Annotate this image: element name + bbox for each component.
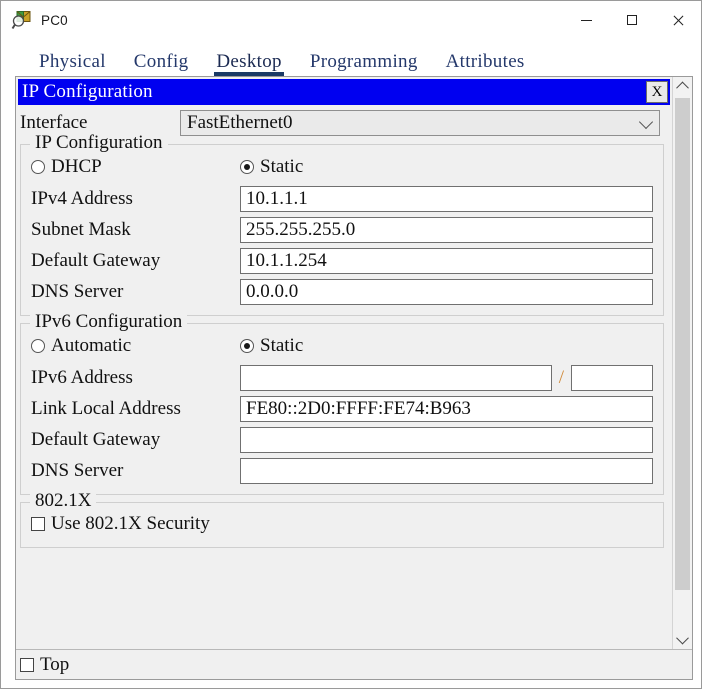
ipv6-static-label: Static: [260, 335, 304, 356]
subnet-mask-input[interactable]: 255.255.255.0: [240, 216, 653, 243]
use-dot1x-security-label: Use 802.1X Security: [51, 513, 210, 534]
checkbox-unchecked-icon: [31, 517, 45, 531]
ipv6-automatic-label: Automatic: [51, 335, 132, 356]
radio-unchecked-icon: [31, 160, 45, 174]
window-controls: [563, 1, 701, 39]
ipv4-static-label: Static: [260, 156, 304, 177]
ipv4-address-input[interactable]: 10.1.1.1: [240, 185, 653, 212]
link-local-address-input[interactable]: FE80::2D0:FFFF:FE74:B963: [240, 395, 653, 422]
maximize-icon: [627, 15, 637, 25]
chevron-down-icon: [638, 114, 654, 130]
ipv4-address-label: IPv4 Address: [31, 187, 133, 209]
tab-config[interactable]: Config: [120, 51, 203, 76]
scroll-viewport: IP Configuration X Interface FastEtherne…: [16, 77, 692, 649]
ipv4-dns-server-row: DNS Server 0.0.0.0: [31, 276, 653, 307]
minimize-button[interactable]: [563, 1, 609, 39]
ip-configuration-caption: IP Configuration X: [18, 79, 670, 105]
window-titlebar: PC0: [1, 1, 701, 39]
subnet-mask-label: Subnet Mask: [31, 218, 131, 240]
ipv6-dns-server-label: DNS Server: [31, 459, 124, 481]
ipv6-address-label: IPv6 Address: [31, 366, 133, 388]
link-local-address-label: Link Local Address: [31, 397, 181, 419]
minimize-icon: [580, 19, 592, 21]
ipv6-group-title: IPv6 Configuration: [30, 311, 188, 333]
pc-device-window: PC0 Physical Config Desktop Programming …: [0, 0, 702, 689]
ipv4-dns-server-label: DNS Server: [31, 280, 124, 302]
chevron-down-icon: [676, 631, 689, 645]
radio-unchecked-icon: [31, 339, 45, 353]
use-dot1x-security-checkbox[interactable]: Use 802.1X Security: [31, 509, 653, 539]
ipv6-automatic-radio[interactable]: Automatic: [31, 335, 240, 357]
ip-configuration-close-button[interactable]: X: [646, 81, 668, 103]
subnet-mask-value: 255.255.255.0: [246, 218, 356, 240]
top-checkbox-label: Top: [40, 653, 70, 675]
ipv4-mode-row: DHCP Static: [31, 151, 653, 183]
ipv4-dns-server-value: 0.0.0.0: [246, 280, 299, 302]
maximize-button[interactable]: [609, 1, 655, 39]
ipv6-configuration-group: IPv6 Configuration Automatic Static IPv6…: [20, 311, 664, 495]
radio-checked-icon: [240, 339, 254, 353]
scroll-down-button[interactable]: [673, 630, 692, 649]
ipv4-default-gateway-input[interactable]: 10.1.1.254: [240, 247, 653, 274]
dot1x-group: 802.1X Use 802.1X Security: [20, 490, 664, 548]
ipv4-static-radio[interactable]: Static: [240, 156, 303, 178]
ip-configuration-caption-title: IP Configuration: [22, 81, 153, 102]
ipv4-default-gateway-value: 10.1.1.254: [246, 249, 327, 271]
ipv6-address-input[interactable]: [240, 364, 552, 391]
tab-desktop[interactable]: Desktop: [202, 51, 295, 76]
ipv6-default-gateway-input[interactable]: [240, 426, 653, 453]
scrollbar-thumb[interactable]: [675, 98, 690, 590]
ipv6-address-row: IPv6 Address /: [31, 362, 653, 393]
packet-tracer-pc-icon: [11, 9, 33, 31]
scroll-up-button[interactable]: [673, 77, 692, 96]
ipv6-static-radio[interactable]: Static: [240, 335, 303, 357]
ipv4-default-gateway-label: Default Gateway: [31, 249, 161, 271]
tab-programming[interactable]: Programming: [296, 51, 432, 76]
ipv4-dhcp-radio[interactable]: DHCP: [31, 156, 240, 178]
ipv4-address-value: 10.1.1.1: [246, 187, 308, 209]
ipv6-dns-server-row: DNS Server: [31, 455, 653, 486]
ipv6-mode-row: Automatic Static: [31, 330, 653, 362]
close-window-button[interactable]: [655, 1, 701, 39]
ipv4-dns-server-input[interactable]: 0.0.0.0: [240, 278, 653, 305]
ipv4-default-gateway-row: Default Gateway 10.1.1.254: [31, 245, 653, 276]
desktop-client-area: IP Configuration X Interface FastEtherne…: [15, 76, 693, 680]
tab-physical[interactable]: Physical: [25, 51, 120, 76]
tab-attributes[interactable]: Attributes: [432, 51, 539, 76]
top-checkbox[interactable]: Top: [20, 650, 69, 680]
subnet-mask-row: Subnet Mask 255.255.255.0: [31, 214, 653, 245]
interface-label: Interface: [20, 112, 88, 133]
ipv4-group-title: IP Configuration: [30, 132, 168, 154]
chevron-up-icon: [676, 81, 689, 95]
ipv4-address-row: IPv4 Address 10.1.1.1: [31, 183, 653, 214]
close-icon: [672, 14, 684, 26]
dot1x-group-title: 802.1X: [30, 490, 97, 512]
checkbox-unchecked-icon: [20, 657, 34, 672]
radio-checked-icon: [240, 160, 254, 174]
bottom-bar: Top: [16, 649, 692, 679]
vertical-scrollbar[interactable]: [672, 77, 692, 649]
ipv6-prefix-length-input[interactable]: [571, 364, 653, 391]
ip-configuration-panel: IP Configuration X Interface FastEtherne…: [16, 77, 672, 649]
link-local-address-value: FE80::2D0:FFFF:FE74:B963: [246, 397, 471, 419]
link-local-address-row: Link Local Address FE80::2D0:FFFF:FE74:B…: [31, 393, 653, 424]
ipv6-dns-server-input[interactable]: [240, 457, 653, 484]
ipv6-prefix-separator: /: [558, 366, 564, 388]
interface-selected-value: FastEthernet0: [187, 112, 293, 133]
window-title: PC0: [41, 12, 68, 28]
interface-select[interactable]: FastEthernet0: [180, 110, 660, 136]
ipv4-configuration-group: IP Configuration DHCP Static IPv4 Addres…: [20, 132, 664, 316]
ipv4-dhcp-label: DHCP: [51, 156, 102, 177]
device-tabs: Physical Config Desktop Programming Attr…: [15, 39, 693, 76]
ipv6-default-gateway-row: Default Gateway: [31, 424, 653, 455]
ipv6-default-gateway-label: Default Gateway: [31, 428, 161, 450]
